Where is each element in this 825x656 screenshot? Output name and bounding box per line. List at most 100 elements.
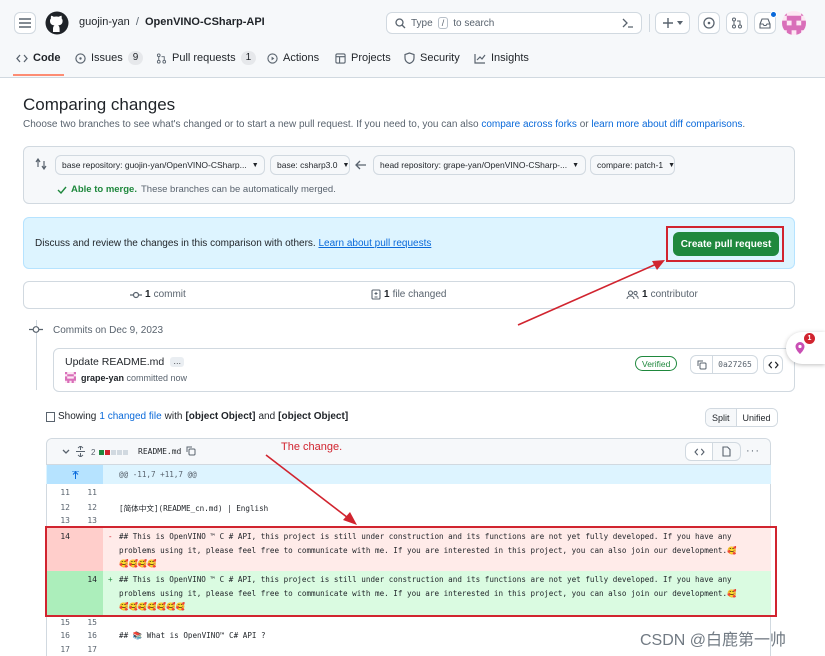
issue-opened-icon — [703, 17, 715, 29]
old-line-number[interactable]: 12 — [46, 503, 70, 512]
verified-badge[interactable]: Verified — [635, 356, 678, 371]
commit-expand-button[interactable]: … — [170, 357, 185, 367]
check-icon — [57, 186, 67, 194]
new-line-number[interactable]: 17 — [73, 645, 97, 654]
old-line-number[interactable]: 16 — [46, 631, 70, 640]
tab-security[interactable]: Security — [404, 44, 460, 72]
new-line-number[interactable]: 15 — [73, 618, 97, 627]
with-text: with — [164, 411, 183, 422]
search-placeholder-suffix: to search — [453, 17, 495, 29]
floating-side-widget[interactable]: 1 — [786, 332, 825, 364]
identicon-icon — [782, 11, 806, 35]
annotation-change-box — [45, 526, 777, 617]
source-diff-button[interactable] — [685, 442, 713, 461]
discuss-text: Discuss and review the changes in this c… — [35, 238, 316, 249]
pull-requests-button[interactable] — [726, 12, 748, 34]
table-icon — [335, 52, 346, 64]
old-line-number[interactable]: 15 — [46, 618, 70, 627]
caret-down-icon: ▼ — [572, 161, 580, 169]
diff-context-row: 12 12 [简体中文](README_cn.md) | English — [46, 500, 771, 515]
menu-button[interactable] — [14, 12, 36, 34]
learn-about-pull-requests-link[interactable]: Learn about pull requests — [318, 238, 431, 249]
base-branch-select[interactable]: base: csharp3.0 ▼ — [270, 155, 350, 175]
caret-down-icon: ▼ — [251, 161, 259, 169]
active-tab-underline — [13, 74, 64, 76]
diff-change-count: 2 — [91, 448, 96, 457]
fold-up-icon — [71, 470, 79, 479]
browse-repo-button[interactable] — [763, 355, 783, 374]
rich-diff-button[interactable] — [713, 442, 741, 461]
issues-button[interactable] — [698, 12, 720, 34]
command-palette-icon[interactable] — [622, 18, 633, 28]
commit-sha[interactable]: 0a27265 — [713, 360, 757, 369]
git-commit-icon — [130, 291, 142, 298]
tab-projects[interactable]: Projects — [335, 44, 391, 72]
old-line-number[interactable]: 13 — [46, 516, 70, 525]
deletions-count: [object Object] — [278, 411, 349, 422]
avatar[interactable] — [782, 11, 806, 35]
commit-action: committed now — [126, 373, 188, 383]
create-pull-request-button[interactable]: Create pull request — [673, 232, 779, 256]
hunk-header: @@ -11,7 +11,7 @@ — [46, 465, 771, 484]
new-line-number[interactable]: 16 — [73, 631, 97, 640]
create-new-button[interactable] — [655, 12, 690, 34]
old-line-number[interactable]: 17 — [46, 645, 70, 654]
file-tree-icon[interactable] — [46, 411, 55, 422]
github-logo-icon[interactable] — [45, 11, 69, 35]
chevron-down-icon[interactable] — [62, 449, 70, 454]
base-repository-value: base repository: guojin-yan/OpenVINO-CSh… — [62, 160, 247, 170]
commit-author-avatar[interactable] — [65, 372, 76, 383]
owner-link[interactable]: guojin-yan — [79, 16, 130, 28]
inbox-icon — [759, 17, 771, 29]
expand-up-button[interactable] — [47, 465, 103, 484]
tab-label: Code — [33, 52, 61, 64]
play-icon — [267, 52, 278, 64]
identicon-icon — [65, 372, 76, 383]
contributors-label: contributor — [650, 289, 698, 300]
commit-title-link[interactable]: Update README.md — [65, 356, 164, 368]
contributors-stat[interactable]: 1 contributor — [626, 289, 698, 300]
split-view-button[interactable]: Split — [706, 409, 736, 426]
commits-stat[interactable]: 1 commit — [130, 289, 186, 300]
changed-files-link[interactable]: 1 changed file — [99, 411, 161, 422]
base-repository-select[interactable]: base repository: guojin-yan/OpenVINO-CSh… — [55, 155, 265, 175]
repo-link[interactable]: OpenVINO-CSharp-API — [145, 16, 265, 28]
file-options-kebab-icon[interactable]: ··· — [746, 445, 760, 457]
learn-more-diff-link[interactable]: learn more about diff comparisons — [591, 119, 742, 130]
unified-view-button[interactable]: Unified — [735, 409, 777, 426]
commit-author[interactable]: grape-yan — [81, 373, 124, 383]
tab-issues[interactable]: Issues 9 — [75, 44, 144, 72]
tab-code[interactable]: Code — [16, 44, 61, 72]
inbox-button[interactable] — [754, 11, 777, 34]
new-line-number[interactable]: 12 — [73, 503, 97, 512]
compare-branch-select[interactable]: compare: patch-1 ▼ — [590, 155, 675, 175]
files-changed-stat[interactable]: 1 file changed — [371, 289, 447, 300]
compare-branch-value: compare: patch-1 — [597, 160, 664, 170]
diffstat-neutral-block — [111, 450, 116, 455]
merge-status: Able to merge. These branches can be aut… — [57, 184, 336, 195]
annotation-label: The change. — [281, 441, 343, 453]
issues-count: 9 — [127, 51, 144, 65]
copy-sha-button[interactable] — [691, 356, 713, 373]
tab-label: Insights — [491, 52, 529, 64]
unfold-icon[interactable] — [76, 446, 85, 457]
tab-pull-requests[interactable]: Pull requests 1 — [156, 44, 257, 72]
additions-count: [object Object] — [185, 411, 256, 422]
new-line-number[interactable]: 13 — [73, 516, 97, 525]
search-input[interactable]: Type / to search — [386, 12, 642, 34]
plus-icon — [662, 18, 673, 28]
head-repository-select[interactable]: head repository: grape-yan/OpenVINO-CSha… — [373, 155, 586, 175]
tab-insights[interactable]: Insights — [474, 44, 529, 72]
code-icon — [767, 360, 779, 369]
issue-opened-icon — [75, 52, 86, 64]
diff-filename-link[interactable]: README.md — [138, 447, 181, 456]
new-line-number[interactable]: 11 — [73, 488, 97, 497]
diffstat-neutral-block — [123, 450, 128, 455]
git-compare-icon — [35, 158, 47, 170]
compare-across-forks-link[interactable]: compare across forks — [481, 119, 577, 130]
git-pull-request-icon — [732, 17, 742, 29]
copy-icon[interactable] — [186, 446, 196, 456]
old-line-number[interactable]: 11 — [46, 488, 70, 497]
file-icon — [722, 446, 731, 457]
tab-actions[interactable]: Actions — [267, 44, 319, 72]
